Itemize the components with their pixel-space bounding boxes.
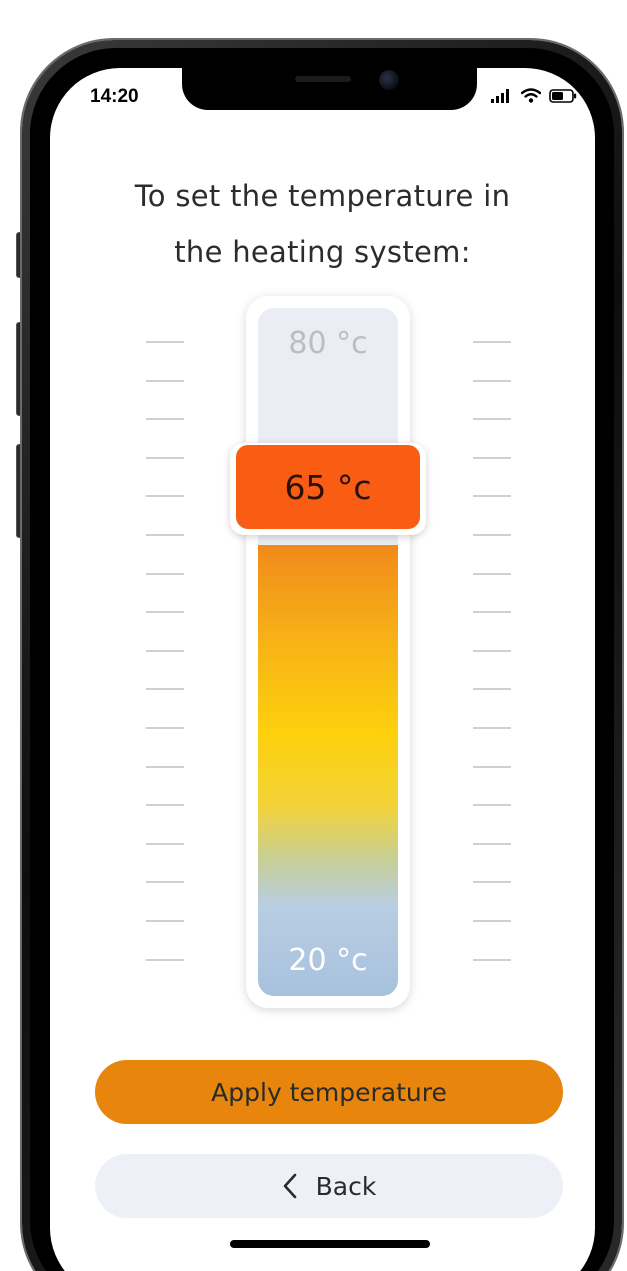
scale-tick	[146, 533, 184, 536]
scale-tick	[473, 495, 511, 498]
signal-icon	[491, 88, 509, 103]
notch	[182, 68, 477, 110]
scale-tick	[473, 726, 511, 729]
temperature-fill	[258, 545, 398, 996]
scale-tick	[473, 804, 511, 807]
scale-tick	[146, 611, 184, 614]
temperature-slider[interactable]: 80 °c 20 °c	[246, 296, 410, 1008]
scale-tick	[146, 919, 184, 922]
scale-tick	[473, 572, 511, 575]
scale-tick	[146, 456, 184, 459]
scale-tick	[473, 649, 511, 652]
scale-tick	[473, 533, 511, 536]
scale-tick	[473, 379, 511, 382]
page-heading: To set the temperature in the heating sy…	[50, 168, 595, 280]
battery-icon	[549, 88, 577, 103]
scale-tick	[146, 688, 184, 691]
home-indicator	[230, 1240, 430, 1248]
scale-tick	[473, 456, 511, 459]
speaker-grille	[295, 76, 351, 82]
scale-tick	[146, 765, 184, 768]
back-button[interactable]: Back	[95, 1154, 563, 1218]
scale-tick	[146, 804, 184, 807]
scale-tick	[473, 842, 511, 845]
scale-tick	[146, 418, 184, 421]
max-temperature-label: 80 °c	[288, 326, 368, 361]
apply-temperature-button[interactable]: Apply temperature	[95, 1060, 563, 1124]
scale-tick	[146, 341, 184, 343]
scale-ticks-right	[473, 341, 513, 997]
chevron-left-icon	[283, 1173, 296, 1199]
scale-tick	[473, 688, 511, 691]
phone-screen: 14:20 To set the temperature in the heat	[50, 68, 595, 1271]
wifi-icon	[521, 88, 541, 103]
back-button-label: Back	[315, 1171, 377, 1201]
temperature-track: 80 °c 20 °c	[258, 308, 398, 996]
heading-line-2: the heating system:	[174, 235, 471, 269]
scale-tick	[473, 881, 511, 884]
scale-tick	[473, 765, 511, 768]
scale-tick	[473, 418, 511, 421]
min-temperature-label: 20 °c	[288, 943, 368, 978]
temperature-handle[interactable]: 65 °c	[230, 443, 426, 535]
heading-line-1: To set the temperature in	[134, 179, 511, 213]
scale-tick	[473, 611, 511, 614]
scale-tick	[146, 495, 184, 498]
scale-tick	[473, 919, 511, 922]
front-camera	[379, 70, 399, 90]
current-temperature-label: 65 °c	[236, 445, 420, 529]
scale-tick	[473, 341, 511, 343]
status-icons	[491, 88, 577, 103]
scale-tick	[146, 881, 184, 884]
scale-ticks-left	[146, 341, 186, 997]
scale-tick	[473, 958, 511, 961]
status-time: 14:20	[90, 86, 139, 107]
scale-tick	[146, 379, 184, 382]
app-screenshot: 14:20 To set the temperature in the heat	[0, 0, 627, 1271]
scale-tick	[146, 572, 184, 575]
scale-tick	[146, 958, 184, 961]
scale-tick	[146, 726, 184, 729]
scale-tick	[146, 842, 184, 845]
scale-tick	[146, 649, 184, 652]
